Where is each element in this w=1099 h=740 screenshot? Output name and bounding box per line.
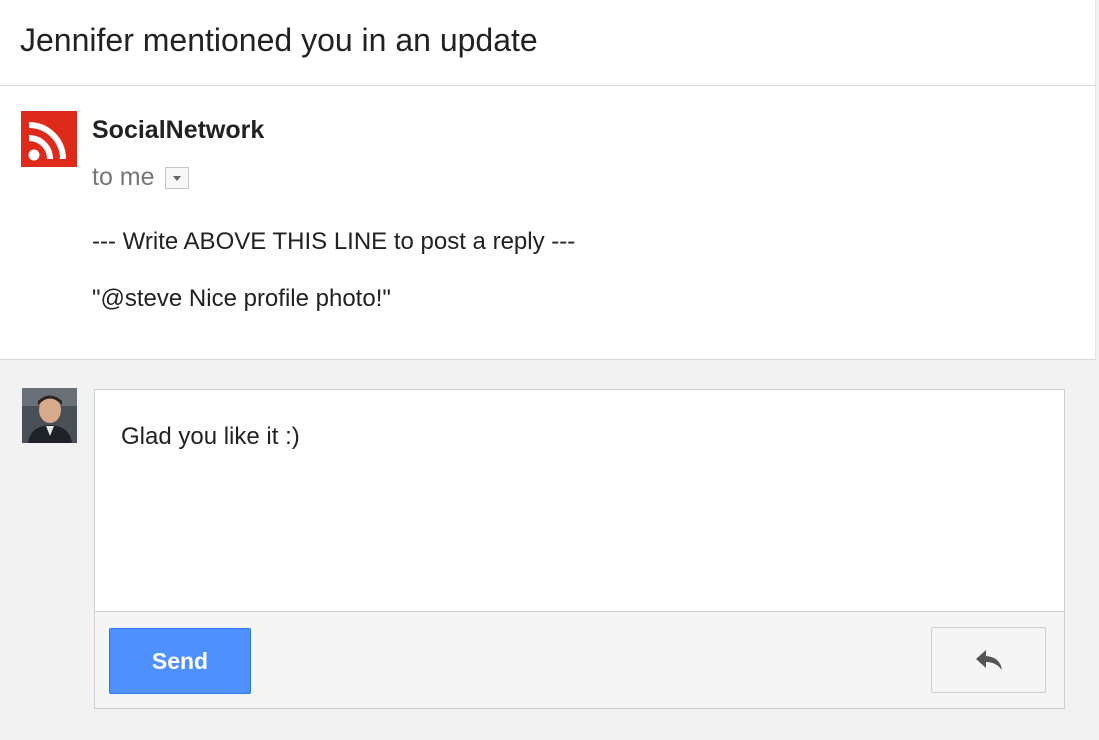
mention-quote: "@steve Nice profile photo!" — [92, 285, 391, 312]
subject-header: Jennifer mentioned you in an update — [0, 0, 1096, 86]
reply-compose-box: Glad you like it :) Send — [94, 389, 1065, 709]
reply-instruction-line: --- Write ABOVE THIS LINE to post a repl… — [92, 228, 576, 255]
recipient-label: to me — [92, 163, 155, 191]
reply-type-button[interactable] — [931, 627, 1046, 693]
reply-draft-text: Glad you like it :) — [121, 423, 300, 450]
rss-feed-icon — [21, 111, 77, 167]
send-button[interactable]: Send — [109, 628, 251, 694]
message-card: SocialNetwork to me --- Write ABOVE THIS… — [0, 86, 1096, 360]
email-subject: Jennifer mentioned you in an update — [20, 22, 538, 58]
user-avatar — [22, 388, 77, 443]
reply-area: Glad you like it :) Send — [0, 360, 1099, 740]
chevron-down-icon — [172, 175, 181, 181]
reply-arrow-icon — [975, 650, 1002, 670]
show-details-button[interactable] — [164, 166, 189, 189]
sender-name: SocialNetwork — [92, 116, 265, 144]
reply-text-input[interactable]: Glad you like it :) — [95, 390, 1064, 612]
recipient-line: to me — [92, 163, 189, 192]
